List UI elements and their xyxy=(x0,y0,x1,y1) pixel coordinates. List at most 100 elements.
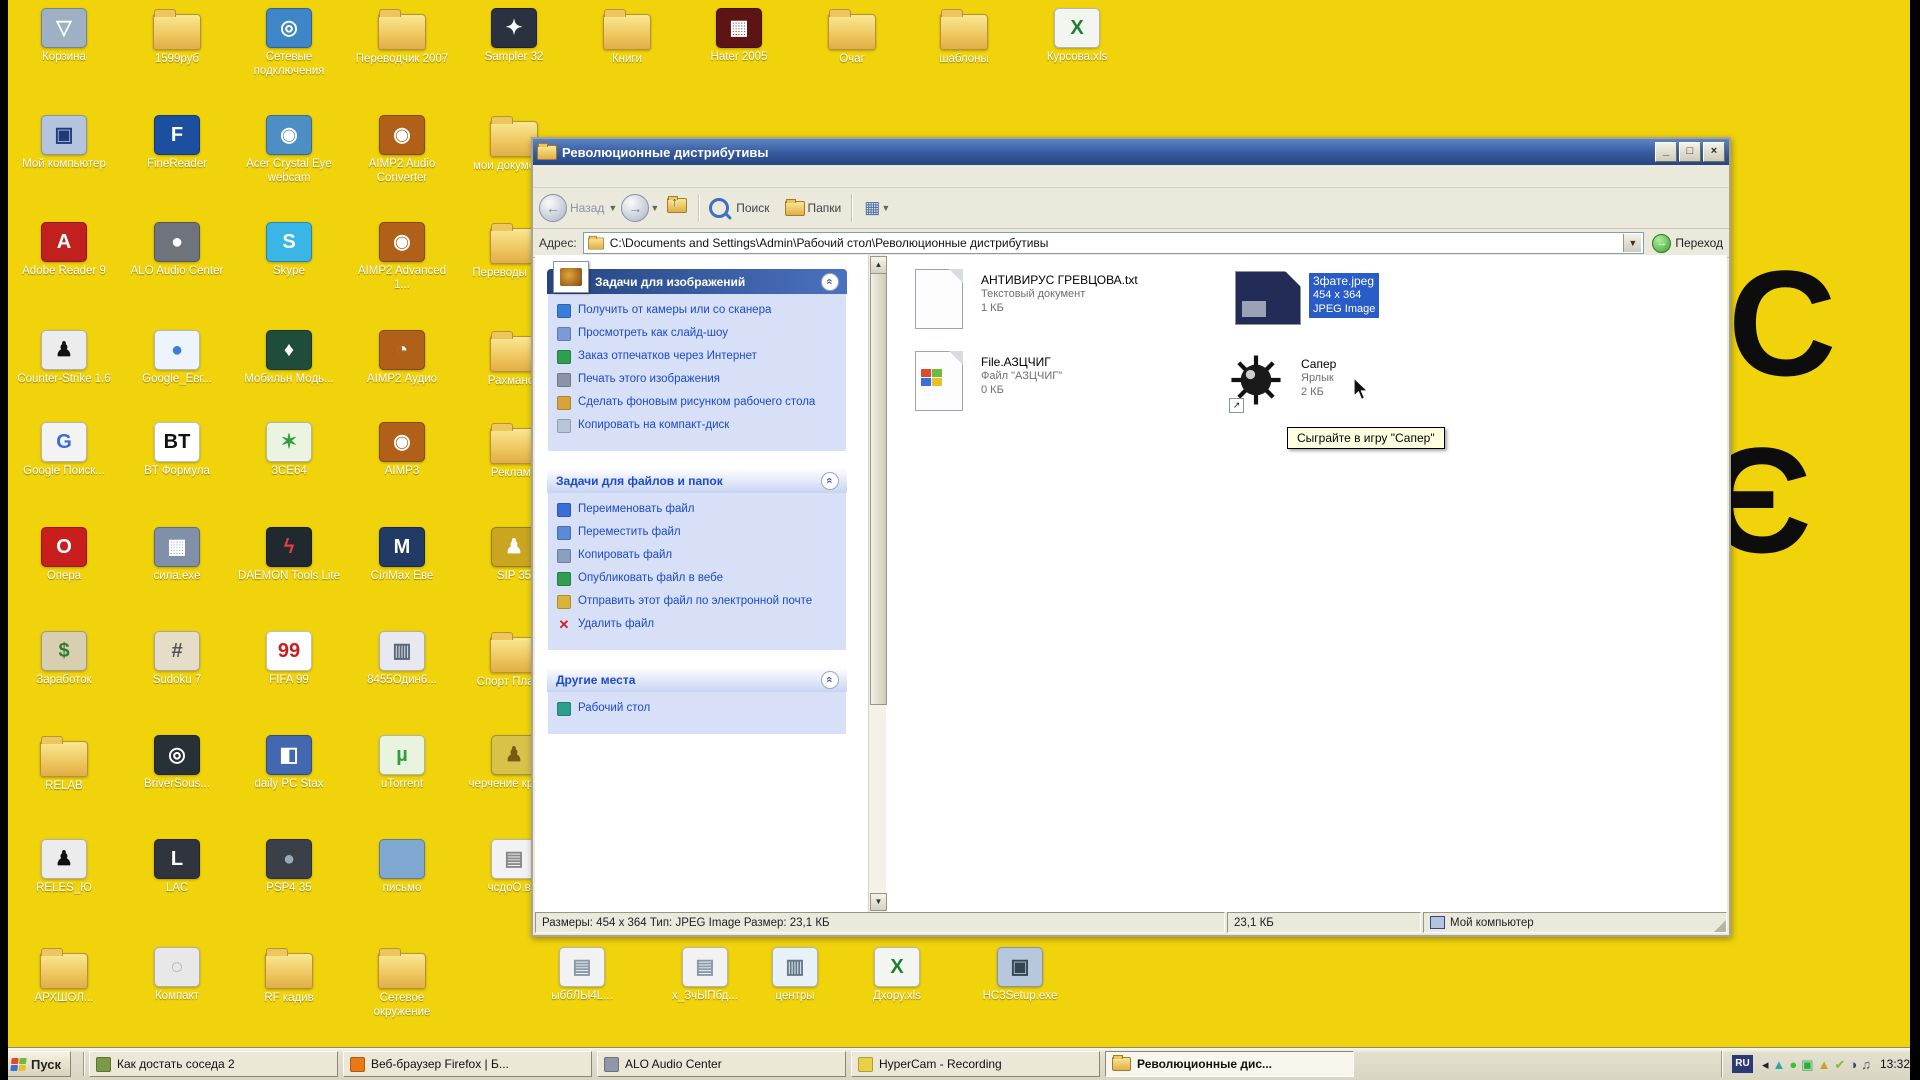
desktop-icon[interactable]: ◉ Acer Crystal Eye webcam xyxy=(237,115,341,185)
menu-item[interactable] xyxy=(575,174,593,178)
desktop-icon[interactable]: Переводчик 2007 xyxy=(350,8,454,67)
language-indicator[interactable]: RU xyxy=(1732,1055,1753,1073)
update-check-icon[interactable]: ✔ xyxy=(1834,1058,1845,1071)
desktop-icon[interactable]: RELAB xyxy=(12,735,116,794)
maximize-button[interactable]: □ xyxy=(1679,142,1701,162)
start-button[interactable]: Пуск xyxy=(4,1051,71,1077)
place-link[interactable]: Рабочий стол xyxy=(557,701,840,716)
taskbar-task-button[interactable]: HyperCam - Recording xyxy=(851,1051,1100,1077)
desktop-icon[interactable]: S Skype xyxy=(237,222,341,279)
volume-mixer-icon[interactable]: ◑ xyxy=(1849,1058,1857,1071)
file-item[interactable]: ↗ 3фате.jpeg 454 x 364 JPEG Image xyxy=(1235,269,1379,331)
desktop-icon[interactable]: Книги xyxy=(575,8,679,67)
hide-icons-arrow[interactable]: ◂ xyxy=(1762,1058,1769,1071)
desktop-icon[interactable]: ϟ DAEMON Tools Lite xyxy=(237,527,341,584)
task-link[interactable]: Получить от камеры или со сканера xyxy=(557,303,840,318)
desktop-icon[interactable]: # Sudoku 7 xyxy=(125,631,229,688)
scroll-up-button[interactable]: ▲ xyxy=(870,256,887,274)
pane-other-places-header[interactable]: Другие места » xyxy=(547,667,847,692)
desktop-icon[interactable]: ◧ daily PC Stax xyxy=(237,735,341,792)
folders-icon[interactable] xyxy=(785,201,805,216)
forward-button[interactable]: → xyxy=(621,194,649,222)
desktop-icon[interactable]: 1599руб xyxy=(125,8,229,67)
desktop-icon[interactable]: M СілМах Еве xyxy=(350,527,454,584)
task-link[interactable]: Переместить файл xyxy=(557,525,840,540)
network-icon[interactable]: ▲ xyxy=(1773,1058,1786,1071)
desktop-icon[interactable]: ▥ 8455Один6... xyxy=(350,631,454,688)
collapse-chevron-icon[interactable]: » xyxy=(822,473,838,489)
views-icon[interactable]: ▦ xyxy=(864,198,880,218)
desktop-icon[interactable]: ✶ ЗСЕ64 xyxy=(237,422,341,479)
desktop-icon[interactable]: A Adobe Reader 9 xyxy=(12,222,116,279)
folders-label[interactable]: Папки xyxy=(808,201,842,215)
desktop-icon[interactable]: ♦ Мобильн Модь... xyxy=(237,330,341,387)
back-button[interactable]: ← xyxy=(539,194,567,222)
desktop-icon[interactable]: ♟ RELES_Ю xyxy=(12,839,116,896)
desktop-icon[interactable]: ◉ AIMP2 Advanced 1... xyxy=(350,222,454,292)
task-link[interactable]: Копировать файл xyxy=(557,548,840,563)
task-link[interactable]: Опубликовать файл в вебе xyxy=(557,571,840,586)
task-link[interactable]: Сделать фоновым рисунком рабочего стола xyxy=(557,395,840,410)
search-icon[interactable] xyxy=(709,198,729,218)
scrollbar[interactable]: ▲ ▼ xyxy=(868,255,886,912)
desktop-icon[interactable]: ▤ х_ЗчЫПбд... xyxy=(653,947,757,1004)
desktop-icon[interactable]: G Google Поиск... xyxy=(12,422,116,479)
desktop-icon[interactable]: X Дхору.xls xyxy=(845,947,949,1004)
task-link[interactable]: Отправить этот файл по электронной почте xyxy=(557,594,840,609)
minimize-button[interactable]: _ xyxy=(1655,142,1677,162)
clock[interactable]: 13:32 xyxy=(1880,1057,1910,1071)
desktop-icon[interactable]: ◎ Сетевые подключения xyxy=(237,8,341,78)
task-link[interactable]: Копировать на компакт-диск xyxy=(557,418,840,433)
scroll-down-button[interactable]: ▼ xyxy=(870,893,887,911)
file-item[interactable]: ↗ АНТИВИРУС ГРЕВЦОВА.txt Текстовый докум… xyxy=(907,269,1138,331)
desktop-icon[interactable]: L LAC xyxy=(125,839,229,896)
task-link[interactable]: Просмотреть как слайд-шоу xyxy=(557,326,840,341)
taskbar-task-button[interactable]: Революционные дис... xyxy=(1105,1051,1354,1077)
desktop-icon[interactable]: ● Google_Евг... xyxy=(125,330,229,387)
taskbar-task-button[interactable]: Как достать соседа 2 xyxy=(89,1051,338,1077)
desktop-icon[interactable]: F FineReader xyxy=(125,115,229,172)
desktop-icon[interactable]: шаблоны xyxy=(912,8,1016,67)
desktop-icon[interactable]: ▣ Мой компьютер xyxy=(12,115,116,172)
task-link[interactable]: ✕ Удалить файл xyxy=(557,617,840,632)
up-button[interactable]: ↑ xyxy=(667,198,687,218)
desktop-icon[interactable]: X Курсова.xls xyxy=(1025,8,1129,65)
desktop-icon[interactable]: ♟ Counter-Strike 1.6 xyxy=(12,330,116,387)
menu-item[interactable] xyxy=(593,174,611,178)
antivirus-icon[interactable]: ▣ xyxy=(1801,1058,1813,1071)
speaker-icon[interactable]: ♫ xyxy=(1861,1058,1871,1071)
search-label[interactable]: Поиск xyxy=(736,201,769,215)
views-dropdown-icon[interactable]: ▼ xyxy=(881,203,890,213)
close-button[interactable]: × xyxy=(1703,142,1725,162)
menu-item[interactable] xyxy=(611,174,629,178)
forward-dropdown-icon[interactable]: ▼ xyxy=(650,203,659,213)
taskbar-task-button[interactable]: ALO Audio Center xyxy=(597,1051,846,1077)
desktop-icon[interactable]: ◉ AIMP2 Audio Converter xyxy=(350,115,454,185)
task-link[interactable]: Переименовать файл xyxy=(557,502,840,517)
address-dropdown-icon[interactable]: ▼ xyxy=(1623,234,1641,252)
back-dropdown-icon[interactable]: ▼ xyxy=(608,203,617,213)
menu-item[interactable] xyxy=(629,174,647,178)
desktop-icon[interactable]: 99 FIFA 99 xyxy=(237,631,341,688)
agent-icon[interactable]: ● xyxy=(1789,1058,1797,1071)
desktop-icon[interactable]: ▦ Hater 2005 xyxy=(687,8,791,65)
desktop-icon[interactable]: ▣ HC3Setup.exe xyxy=(968,947,1072,1004)
shield-icon[interactable]: ▲ xyxy=(1818,1058,1831,1071)
taskbar-task-button[interactable]: Веб-браузер Firefox | Б... xyxy=(343,1051,592,1077)
desktop-icon[interactable]: ● PSP4 35 xyxy=(237,839,341,896)
desktop-icon[interactable]: BT BT Формула xyxy=(125,422,229,479)
pane-image-tasks-header[interactable]: Задачи для изображений » xyxy=(547,269,847,294)
desktop-icon[interactable]: ▥ центры xyxy=(743,947,847,1004)
desktop-icon[interactable]: ● ALO Audio Center xyxy=(125,222,229,279)
desktop-icon[interactable]: АРХШОЛ... xyxy=(12,947,116,1006)
desktop-icon[interactable]: ◎ BriverSous... xyxy=(125,735,229,792)
collapse-chevron-icon[interactable]: » xyxy=(822,672,838,688)
desktop-icon[interactable]: ✦ Sampler 32 xyxy=(462,8,566,65)
desktop-icon[interactable]: $ Заработок xyxy=(12,631,116,688)
file-item[interactable]: ↗ File.АЗЦЧИГ Файл "АЗЦЧИГ" 0 КБ xyxy=(907,351,1062,413)
menu-item[interactable] xyxy=(557,174,575,178)
desktop-icon[interactable]: ◌ Компакт xyxy=(125,947,229,1004)
desktop-icon[interactable]: RF кадив xyxy=(237,947,341,1006)
menu-item[interactable] xyxy=(539,174,557,178)
title-bar[interactable]: Революционные дистрибутивы _ □ × xyxy=(533,139,1729,165)
